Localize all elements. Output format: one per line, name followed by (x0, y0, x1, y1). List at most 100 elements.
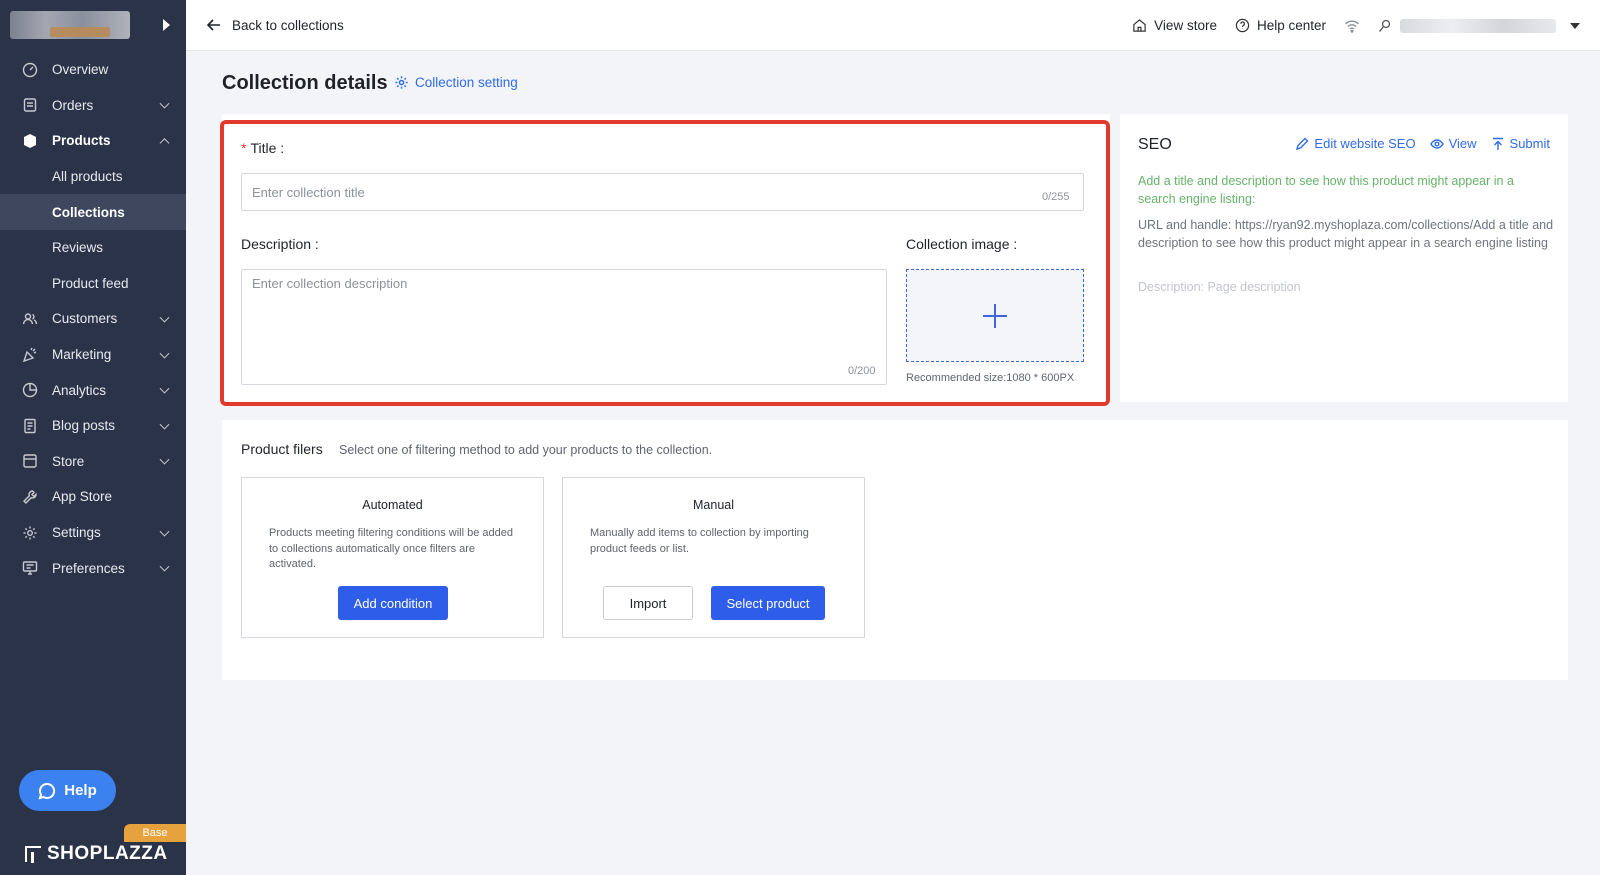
back-to-collections-link[interactable]: Back to collections (206, 17, 344, 33)
help-label: Help (64, 782, 97, 799)
speedometer-icon (22, 62, 38, 78)
caret-down-icon[interactable] (1570, 22, 1580, 29)
submit-seo-link[interactable]: Submit (1491, 136, 1550, 151)
add-condition-button[interactable]: Add condition (338, 586, 448, 620)
seo-title: SEO (1138, 136, 1172, 153)
title-char-counter: 0/255 (1042, 191, 1070, 203)
eye-icon (1429, 138, 1444, 149)
image-upload-area[interactable] (906, 269, 1084, 362)
submit-seo-label: Submit (1509, 136, 1550, 151)
product-filters-card: Product filers Select one of filtering m… (222, 420, 1568, 680)
arrow-left-icon (206, 19, 220, 31)
wifi-icon[interactable] (1344, 18, 1360, 34)
description-label: Description : (241, 236, 319, 252)
sidebar-item-label: Preferences (52, 560, 125, 576)
automated-option-card: Automated Products meeting filtering con… (241, 477, 544, 638)
sidebar-subitem-reviews[interactable]: Reviews (0, 230, 186, 266)
automated-description: Products meeting filtering conditions wi… (269, 527, 513, 570)
plan-badge: Base (124, 824, 186, 842)
sidebar-item-overview[interactable]: Overview (0, 52, 186, 88)
home-icon (1133, 19, 1146, 32)
chevron-down-icon (159, 419, 170, 430)
automated-title: Automated (362, 498, 423, 512)
view-seo-label: View (1448, 136, 1477, 151)
description-label-text: Description (241, 236, 312, 252)
collection-setting-link[interactable]: Collection setting (394, 75, 518, 90)
box-icon (22, 133, 38, 149)
gear-icon (395, 76, 408, 89)
chevron-down-icon (159, 561, 170, 572)
sidebar-nav: Overview Orders Products All products Co… (0, 52, 186, 586)
wrench-icon (22, 489, 38, 505)
title-label: * Title : (241, 140, 284, 156)
store-icon (22, 453, 38, 469)
collection-image-label: Collection image : (906, 236, 1017, 252)
store-logo (10, 11, 130, 39)
chevron-down-icon (159, 454, 170, 465)
help-center-link[interactable]: Help center (1235, 18, 1326, 33)
sidebar: Overview Orders Products All products Co… (0, 0, 186, 875)
select-product-button[interactable]: Select product (711, 586, 825, 620)
sidebar-item-app-store[interactable]: App Store (0, 479, 186, 515)
manual-option-card: Manual Manually add items to collection … (562, 477, 865, 638)
seo-actions: Edit website SEO View Submit (1295, 136, 1550, 151)
user-account-name[interactable] (1400, 18, 1556, 33)
sidebar-subitem-all-products[interactable]: All products (0, 159, 186, 195)
sidebar-item-label: Customers (52, 311, 118, 327)
title-label-text: Title (250, 140, 277, 156)
help-button[interactable]: Help (19, 770, 116, 811)
seo-description-text: Description: Page description (1138, 280, 1301, 294)
image-size-hint: Recommended size:1080 * 600PX (906, 372, 1075, 384)
sidebar-item-label: Settings (52, 525, 101, 541)
back-label: Back to collections (232, 17, 344, 33)
product-filters-title: Product filers (241, 441, 323, 457)
sidebar-subitem-product-feed[interactable]: Product feed (0, 266, 186, 302)
required-asterisk: * (241, 140, 247, 156)
chevron-down-icon (159, 99, 170, 109)
user-icon[interactable] (1378, 19, 1392, 33)
sidebar-item-store[interactable]: Store (0, 444, 186, 480)
sidebar-item-label: Products (52, 133, 111, 149)
import-button[interactable]: Import (603, 586, 693, 620)
upload-arrow-icon (1492, 137, 1503, 150)
sidebar-item-label: App Store (52, 489, 113, 505)
store-switcher[interactable] (0, 0, 186, 50)
plus-icon (983, 303, 1007, 328)
brand-name: SHOPLAZZA (47, 843, 168, 864)
seo-card: SEO Edit website SEO View Submit Add a t… (1120, 114, 1568, 402)
question-icon (1235, 18, 1250, 33)
manual-title: Manual (693, 498, 734, 512)
sidebar-item-settings[interactable]: Settings (0, 515, 186, 551)
sidebar-item-products[interactable]: Products (0, 123, 186, 159)
monitor-icon (22, 560, 38, 576)
expand-icon[interactable] (163, 19, 170, 31)
sidebar-item-marketing[interactable]: Marketing (0, 337, 186, 373)
orders-icon (22, 97, 38, 113)
sidebar-item-label: Blog posts (52, 418, 116, 434)
chevron-down-icon (159, 348, 170, 359)
sidebar-item-blog-posts[interactable]: Blog posts (0, 408, 186, 444)
sidebar-item-customers[interactable]: Customers (0, 301, 186, 337)
view-store-link[interactable]: View store (1132, 18, 1217, 33)
shoplazza-logo-icon (25, 846, 41, 863)
brand-logo: SHOPLAZZA (25, 843, 168, 865)
sidebar-item-label: Overview (52, 62, 109, 78)
sidebar-subitem-collections[interactable]: Collections (0, 194, 186, 230)
chevron-down-icon (159, 526, 170, 537)
sidebar-item-preferences[interactable]: Preferences (0, 550, 186, 586)
edit-seo-link[interactable]: Edit website SEO (1295, 136, 1416, 151)
sidebar-item-label: Analytics (52, 382, 107, 398)
label-colon: : (311, 236, 319, 252)
page-title: Collection details (222, 72, 388, 94)
megaphone-icon (22, 347, 38, 363)
label-colon: : (276, 140, 285, 156)
top-bar: Back to collections View store Help cent… (186, 0, 1600, 51)
sidebar-item-orders[interactable]: Orders (0, 88, 186, 124)
view-seo-link[interactable]: View (1429, 136, 1477, 151)
title-input[interactable] (241, 173, 1084, 211)
chevron-down-icon (159, 312, 170, 323)
sidebar-item-analytics[interactable]: Analytics (0, 372, 186, 408)
description-input[interactable] (241, 269, 887, 385)
product-filters-subtitle: Select one of filtering method to add yo… (339, 443, 713, 457)
help-center-label: Help center (1256, 18, 1326, 33)
